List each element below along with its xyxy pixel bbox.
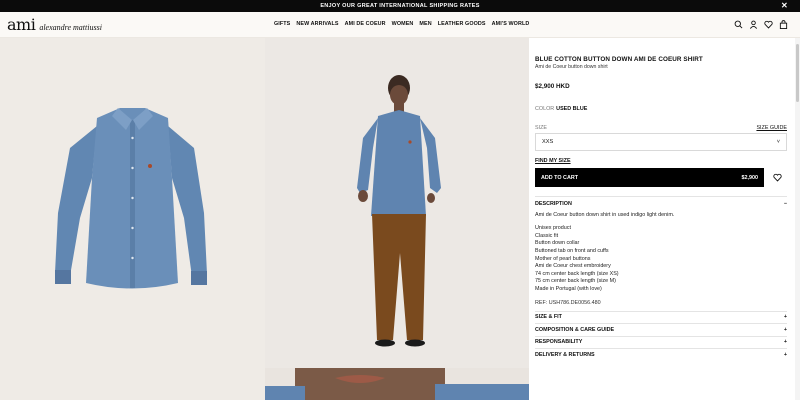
user-icon[interactable] [749,20,758,29]
brand-logo[interactable]: ami alexandre mattiussi [7,15,102,34]
page-scrollbar[interactable] [795,38,800,400]
color-label: COLOR [535,106,555,112]
product-title: BLUE COTTON BUTTON DOWN AMI DE COEUR SHI… [535,56,703,63]
product-price: $2,900 HKD [535,83,570,90]
nav-item-ami-de-coeur[interactable]: AMI DE COEUR [345,21,386,27]
description-title: DESCRIPTION [535,201,572,207]
product-subtitle: Ami de Coeur button down shirt [535,64,608,70]
accordion-composition-care[interactable]: COMPOSITION & CARE GUIDE + [535,323,787,336]
heart-icon [772,173,782,182]
heart-icon[interactable] [764,20,773,29]
main-nav: GIFTS NEW ARRIVALS AMI DE COEUR WOMEN ME… [274,21,529,27]
product-image-3[interactable] [0,368,265,400]
nav-item-men[interactable]: MEN [419,21,431,27]
feature-item: Classic fit [535,232,559,239]
close-icon[interactable]: ✕ [781,1,788,11]
size-label: SIZE [535,125,547,131]
denim-shirt-illustration [55,108,207,289]
nav-item-leather-goods[interactable]: LEATHER GOODS [438,21,486,27]
product-details-panel: BLUE COTTON BUTTON DOWN AMI DE COEUR SHI… [529,38,800,400]
chevron-down-icon: ˅ [776,139,780,145]
header-icons [734,20,788,29]
product-ref: REF: USH786.DE0056.480 [535,299,601,306]
plus-icon: + [783,339,787,346]
accordion-list: SIZE & FIT + COMPOSITION & CARE GUIDE + … [535,310,787,361]
cart-row: ADD TO CART $2,900 [535,168,787,187]
feature-item: 74 cm center back length (size XS) [535,270,619,277]
nav-item-women[interactable]: WOMEN [392,21,414,27]
wishlist-button[interactable] [768,168,786,187]
product-image-model[interactable] [265,38,529,368]
logo-wordmark: alexandre mattiussi [39,23,102,32]
feature-item: Ami de Coeur chest embroidery [535,263,611,270]
feature-item: Button down collar [535,240,580,247]
add-to-cart-button[interactable]: ADD TO CART $2,900 [535,168,764,187]
find-my-size-link[interactable]: FIND MY SIZE [535,158,787,164]
promo-banner-text: ENJOY OUR GREAT INTERNATIONAL SHIPPING R… [320,3,480,9]
plus-icon: + [783,326,787,333]
size-guide-link[interactable]: SIZE GUIDE [756,125,787,131]
nav-item-new-arrivals[interactable]: NEW ARRIVALS [296,21,338,27]
description-text: Ami de Coeur button down shirt in used i… [535,212,675,218]
nav-item-gifts[interactable]: GIFTS [274,21,290,27]
accordion-delivery-returns[interactable]: DELIVERY & RETURNS + [535,348,787,361]
accordion-responsability-label: RESPONSABILITY [535,339,583,346]
nav-item-amis-world[interactable]: AMI'S WORLD [492,21,530,27]
add-to-cart-label: ADD TO CART [541,174,579,181]
description-header[interactable]: DESCRIPTION − [535,196,787,207]
search-icon[interactable] [734,20,743,29]
model-illustration [357,75,441,347]
scrollbar-thumb[interactable] [796,44,799,102]
feature-item: Made in Portugal (with love) [535,286,602,293]
size-row: SIZE SIZE GUIDE [535,125,787,131]
model-closeup-illustration [265,368,529,400]
site-header: ami alexandre mattiussi GIFTS NEW ARRIVA… [0,12,800,38]
feature-list: Unisex product Classic fit Button down c… [535,225,787,293]
feature-item: Mother of pearl buttons [535,255,591,262]
collapse-icon[interactable]: − [784,201,787,207]
plus-icon: + [783,351,787,358]
accordion-delivery-label: DELIVERY & RETURNS [535,351,595,358]
plus-icon: + [783,314,787,321]
accordion-responsability[interactable]: RESPONSABILITY + [535,335,787,349]
accordion-size-fit-label: SIZE & FIT [535,314,562,321]
size-select[interactable]: XXS ˅ [535,133,787,151]
accordion-size-fit[interactable]: SIZE & FIT + [535,310,787,324]
accordion-composition-label: COMPOSITION & CARE GUIDE [535,326,615,333]
color-value: USED BLUE [556,106,588,112]
add-to-cart-price: $2,900 [741,174,759,181]
size-select-value: XXS [542,139,554,145]
promo-banner: ENJOY OUR GREAT INTERNATIONAL SHIPPING R… [0,0,800,12]
feature-item: Buttoned tab on front and cuffs [535,248,609,255]
logo-mark: ami [7,15,36,34]
bag-icon[interactable] [779,20,788,29]
product-image-flat[interactable] [0,38,265,368]
product-image-4[interactable] [265,368,529,400]
color-row: COLOR USED BLUE [535,106,787,112]
feature-item: 75 cm center back length (size M) [535,278,616,285]
feature-item: Unisex product [535,225,571,232]
